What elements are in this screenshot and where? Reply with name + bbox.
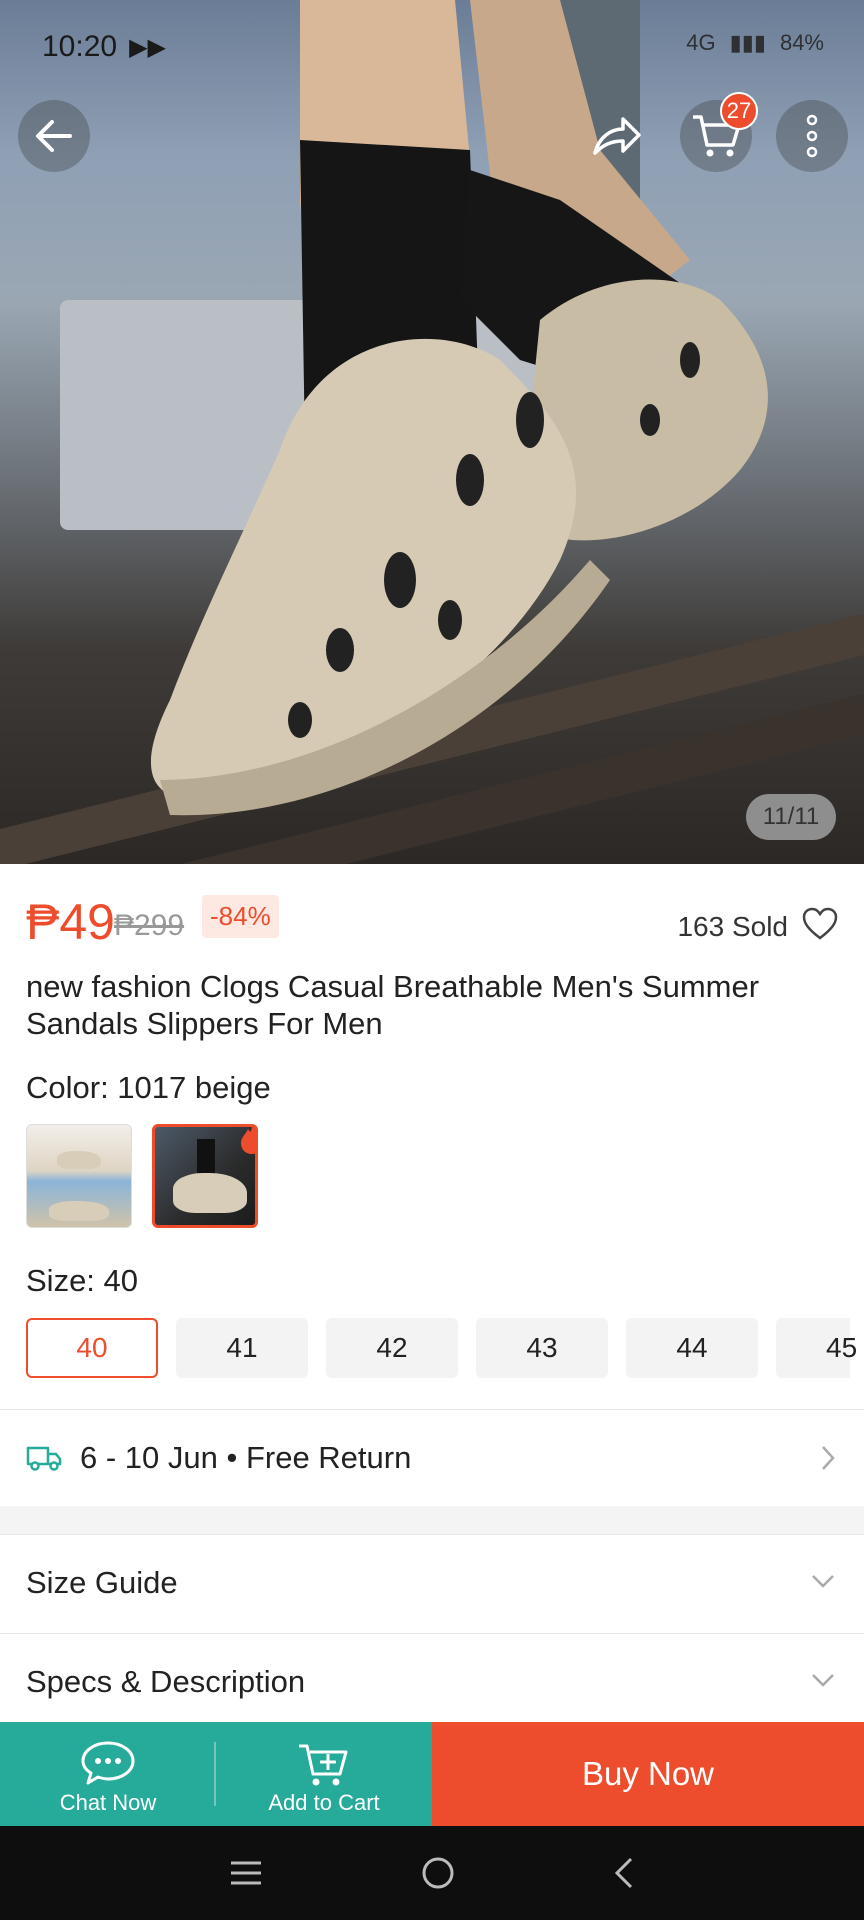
arrow-left-icon [36, 120, 72, 152]
swatch-shoe [173, 1173, 247, 1213]
chevron-down-icon [812, 1674, 834, 1687]
product-title: new fashion Clogs Casual Breathable Men'… [26, 969, 760, 1041]
swatch-shoe [57, 1151, 101, 1169]
chevron-down-icon [812, 1575, 834, 1588]
product-image-carousel[interactable]: 10:20 ▶▶ 4G ▮▮▮ 84% 27 11/11 [0, 0, 864, 864]
color-swatch[interactable] [26, 1124, 132, 1228]
bottom-action-bar: Chat Now Add to Cart Buy Now [0, 1722, 864, 1826]
recent-apps-icon[interactable] [229, 1859, 263, 1887]
share-icon [593, 117, 641, 155]
media-icon: ▶▶ [129, 33, 166, 61]
status-indicators: 4G ▮▮▮ 84% [686, 30, 824, 56]
back-button[interactable] [18, 100, 90, 172]
wishlist-button[interactable] [802, 907, 838, 946]
clock-text: 10:20 [42, 30, 118, 63]
discount-badge: -84% [202, 895, 279, 938]
chat-icon [81, 1741, 135, 1785]
price-row: ₱49 ₱299 -84% 163 Sold [26, 893, 838, 953]
original-price: ₱299 [114, 909, 185, 942]
chat-now-button[interactable]: Chat Now [0, 1722, 216, 1826]
separator [214, 1742, 216, 1806]
size-guide-row[interactable]: Size Guide [0, 1535, 864, 1633]
share-button[interactable] [580, 100, 652, 172]
specs-description-row[interactable]: Specs & Description [0, 1634, 864, 1732]
buy-now-button[interactable]: Buy Now [432, 1722, 864, 1826]
delivery-row[interactable]: 6 - 10 Jun • Free Return [0, 1410, 864, 1506]
more-options-button[interactable] [776, 100, 848, 172]
cart-button[interactable]: 27 [680, 92, 758, 172]
color-swatch-selected[interactable] [152, 1124, 258, 1228]
swatch-shoe [49, 1201, 109, 1221]
chat-now-label: Chat Now [59, 1790, 157, 1815]
delivery-text: 6 - 10 Jun • Free Return [80, 1440, 412, 1475]
add-to-cart-button[interactable]: Add to Cart [216, 1722, 432, 1826]
size-guide-label: Size Guide [26, 1565, 178, 1600]
add-to-cart-icon [299, 1744, 348, 1786]
section-gap [0, 1506, 864, 1534]
heart-icon [802, 907, 838, 940]
size-option[interactable]: 45 [776, 1318, 857, 1378]
size-label: Size: 40 [26, 1263, 139, 1298]
chevron-right-icon [822, 1446, 835, 1470]
sold-count: 163 Sold [677, 911, 788, 942]
size-options: 40 41 42 43 44 45 [26, 1318, 857, 1378]
size-option[interactable]: 42 [326, 1318, 458, 1378]
network-text: 4G [686, 30, 716, 55]
home-icon[interactable] [421, 1856, 455, 1890]
secondary-actions: Chat Now Add to Cart [0, 1722, 432, 1826]
battery-text: 84% [779, 30, 824, 55]
color-label: Color: 1017 beige [26, 1070, 271, 1105]
color-options [26, 1124, 258, 1228]
system-navigation-bar [0, 1826, 864, 1920]
more-vertical-icon [806, 114, 818, 158]
flame-icon [241, 1127, 255, 1154]
image-counter: 11/11 [746, 794, 836, 840]
size-option[interactable]: 40 [26, 1318, 158, 1378]
specs-description-label: Specs & Description [26, 1664, 306, 1699]
signal-icon: ▮▮▮ [729, 30, 766, 55]
back-nav-icon[interactable] [613, 1856, 635, 1890]
size-option[interactable]: 44 [626, 1318, 758, 1378]
add-to-cart-label: Add to Cart [268, 1790, 380, 1815]
current-price: ₱49 [26, 894, 115, 950]
size-option[interactable]: 43 [476, 1318, 608, 1378]
truck-icon [26, 1446, 62, 1471]
cart-count-badge: 27 [720, 92, 758, 130]
size-option[interactable]: 41 [176, 1318, 308, 1378]
status-time: 10:20 ▶▶ [42, 30, 166, 64]
